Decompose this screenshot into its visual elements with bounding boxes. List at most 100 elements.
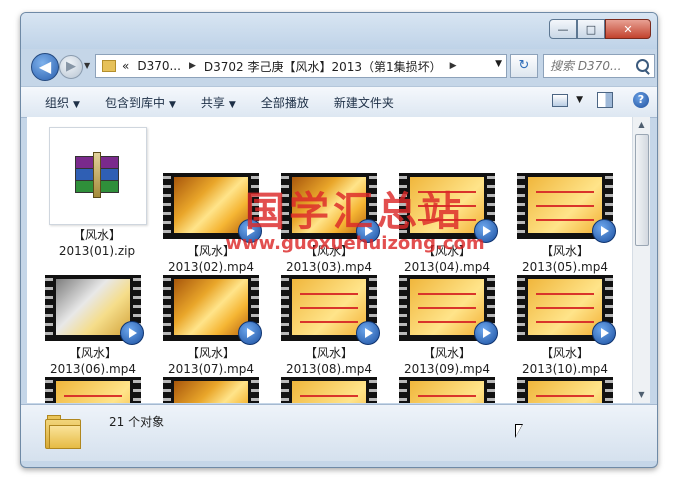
- file-item[interactable]: 【风水】 2013(02).mp4: [161, 173, 262, 275]
- video-frame: [410, 177, 484, 233]
- file-item[interactable]: [43, 377, 143, 403]
- file-name-line1: 【风水】: [422, 244, 471, 258]
- video-thumbnail: [281, 377, 377, 403]
- change-view-icon[interactable]: [552, 93, 569, 107]
- file-name: 【风水】 2013(01).zip: [47, 227, 147, 259]
- share-label: 共享: [200, 95, 225, 110]
- video-frame: [528, 279, 602, 335]
- video-thumbnail: [399, 173, 498, 243]
- file-item[interactable]: 【风水】 2013(05).mp4: [515, 173, 616, 275]
- video-frame: [174, 177, 248, 233]
- breadcrumb-segment-parent[interactable]: D370...: [137, 59, 181, 73]
- recent-pages-dropdown-icon[interactable]: ▼: [84, 61, 90, 70]
- filmstrip: [517, 377, 613, 403]
- file-item[interactable]: 【风水】 2013(04).mp4: [397, 173, 498, 275]
- organize-menu[interactable]: 组织 ▼: [45, 94, 80, 111]
- file-item[interactable]: 【风水】 2013(09).mp4: [397, 275, 498, 377]
- file-item[interactable]: 【风水】 2013(08).mp4: [279, 275, 380, 377]
- media-player-icon: [592, 219, 616, 243]
- address-bar[interactable]: « D370... ▶ D3702 李己庚【风水】2013（第1集损坏） ▶ ▼: [95, 54, 507, 78]
- file-item[interactable]: 【风水】 2013(07).mp4: [161, 275, 262, 377]
- explorer-window: — □ ✕ ◀ ▶ ▼ « D370... ▶ D3702 李己庚【风水】201…: [20, 12, 658, 468]
- preview-pane-icon[interactable]: [597, 92, 613, 108]
- file-name: 【风水】 2013(10).mp4: [515, 345, 615, 377]
- close-button[interactable]: ✕: [605, 19, 651, 39]
- scroll-down-arrow-icon[interactable]: ▼: [633, 387, 650, 403]
- file-name: 【风水】 2013(03).mp4: [279, 243, 379, 275]
- file-name-line2: 2013(10).mp4: [522, 362, 608, 376]
- share-menu[interactable]: 共享 ▼: [201, 94, 236, 111]
- file-name-line1: 【风水】: [540, 244, 589, 258]
- video-thumbnail: [399, 377, 495, 403]
- include-in-library-menu[interactable]: 包含到库中 ▼: [105, 94, 176, 111]
- maximize-button[interactable]: □: [577, 19, 605, 39]
- video-thumbnail: [281, 275, 380, 345]
- video-frame: [292, 381, 366, 403]
- video-thumbnail: [517, 173, 616, 243]
- file-item[interactable]: [161, 377, 261, 403]
- file-name: 【风水】 2013(06).mp4: [43, 345, 143, 377]
- item-count: 21 个对象: [109, 415, 165, 429]
- file-name: 【风水】 2013(04).mp4: [397, 243, 497, 275]
- chevron-right-icon[interactable]: ▶: [189, 61, 196, 71]
- file-name-line1: 【风水】: [68, 346, 117, 360]
- filmstrip: [399, 377, 495, 403]
- command-bar: 组织 ▼ 包含到库中 ▼ 共享 ▼ 全部播放 新建文件夹 ▼ ?: [21, 86, 657, 118]
- minimize-button[interactable]: —: [549, 19, 577, 39]
- file-name: 【风水】 2013(02).mp4: [161, 243, 261, 275]
- media-player-icon: [356, 219, 380, 243]
- caret-down-icon: ▼: [168, 99, 176, 110]
- media-player-icon: [474, 219, 498, 243]
- video-thumbnail: [517, 377, 613, 403]
- file-item[interactable]: 【风水】 2013(03).mp4: [279, 173, 380, 275]
- play-all-button[interactable]: 全部播放: [261, 94, 309, 111]
- address-history-dropdown-icon[interactable]: ▼: [495, 59, 502, 69]
- filmstrip: [45, 377, 141, 403]
- chevron-right-icon[interactable]: ▶: [450, 61, 457, 71]
- file-name-line1: 【风水】: [540, 346, 589, 360]
- video-thumbnail: [163, 173, 262, 243]
- video-thumbnail: [45, 377, 141, 403]
- video-frame: [174, 279, 248, 335]
- scroll-up-arrow-icon[interactable]: ▲: [633, 117, 650, 133]
- vertical-scrollbar[interactable]: ▲ ▼: [632, 117, 650, 403]
- file-name-line2: 2013(07).mp4: [168, 362, 254, 376]
- file-name-line2: 2013(01).zip: [58, 244, 136, 258]
- forward-button[interactable]: ▶: [59, 55, 83, 79]
- window-controls: — □ ✕: [549, 19, 651, 39]
- video-thumbnail: [399, 275, 498, 345]
- search-icon[interactable]: [636, 59, 649, 72]
- file-name-line1: 【风水】: [304, 244, 353, 258]
- video-thumbnail: [517, 275, 616, 345]
- refresh-button[interactable]: ↻: [510, 54, 538, 78]
- search-box[interactable]: [543, 54, 655, 78]
- file-name-line2: 2013(03).mp4: [286, 260, 372, 274]
- back-button[interactable]: ◀: [31, 53, 59, 81]
- video-frame: [528, 177, 602, 233]
- file-name: 【风水】 2013(05).mp4: [515, 243, 615, 275]
- winrar-archive-icon: [75, 152, 121, 198]
- file-name-line2: 2013(08).mp4: [286, 362, 372, 376]
- file-item[interactable]: [515, 377, 615, 403]
- help-icon[interactable]: ?: [633, 92, 649, 108]
- toolbar-right-group: ▼ ?: [552, 92, 649, 108]
- file-item[interactable]: [397, 377, 497, 403]
- file-name: 【风水】 2013(07).mp4: [161, 345, 261, 377]
- breadcrumb-segment-current[interactable]: D3702 李己庚【风水】2013（第1集损坏）: [204, 58, 442, 75]
- file-name-line1: 【风水】: [186, 346, 235, 360]
- file-item[interactable]: [279, 377, 379, 403]
- file-name-line1: 【风水】: [186, 244, 235, 258]
- search-input[interactable]: [550, 59, 636, 73]
- caret-down-icon[interactable]: ▼: [576, 95, 583, 105]
- file-item[interactable]: 【风水】 2013(10).mp4: [515, 275, 616, 377]
- new-folder-button[interactable]: 新建文件夹: [334, 94, 394, 111]
- scroll-thumb[interactable]: [635, 134, 649, 246]
- video-thumbnail: [281, 173, 380, 243]
- media-player-icon: [356, 321, 380, 345]
- details-pane: 21 个对象: [21, 404, 657, 461]
- file-item[interactable]: 【风水】 2013(01).zip: [47, 127, 147, 259]
- folder-icon: [102, 60, 116, 72]
- filmstrip: [163, 377, 259, 403]
- breadcrumb-overflow[interactable]: «: [122, 59, 129, 73]
- file-item[interactable]: 【风水】 2013(06).mp4: [43, 275, 144, 377]
